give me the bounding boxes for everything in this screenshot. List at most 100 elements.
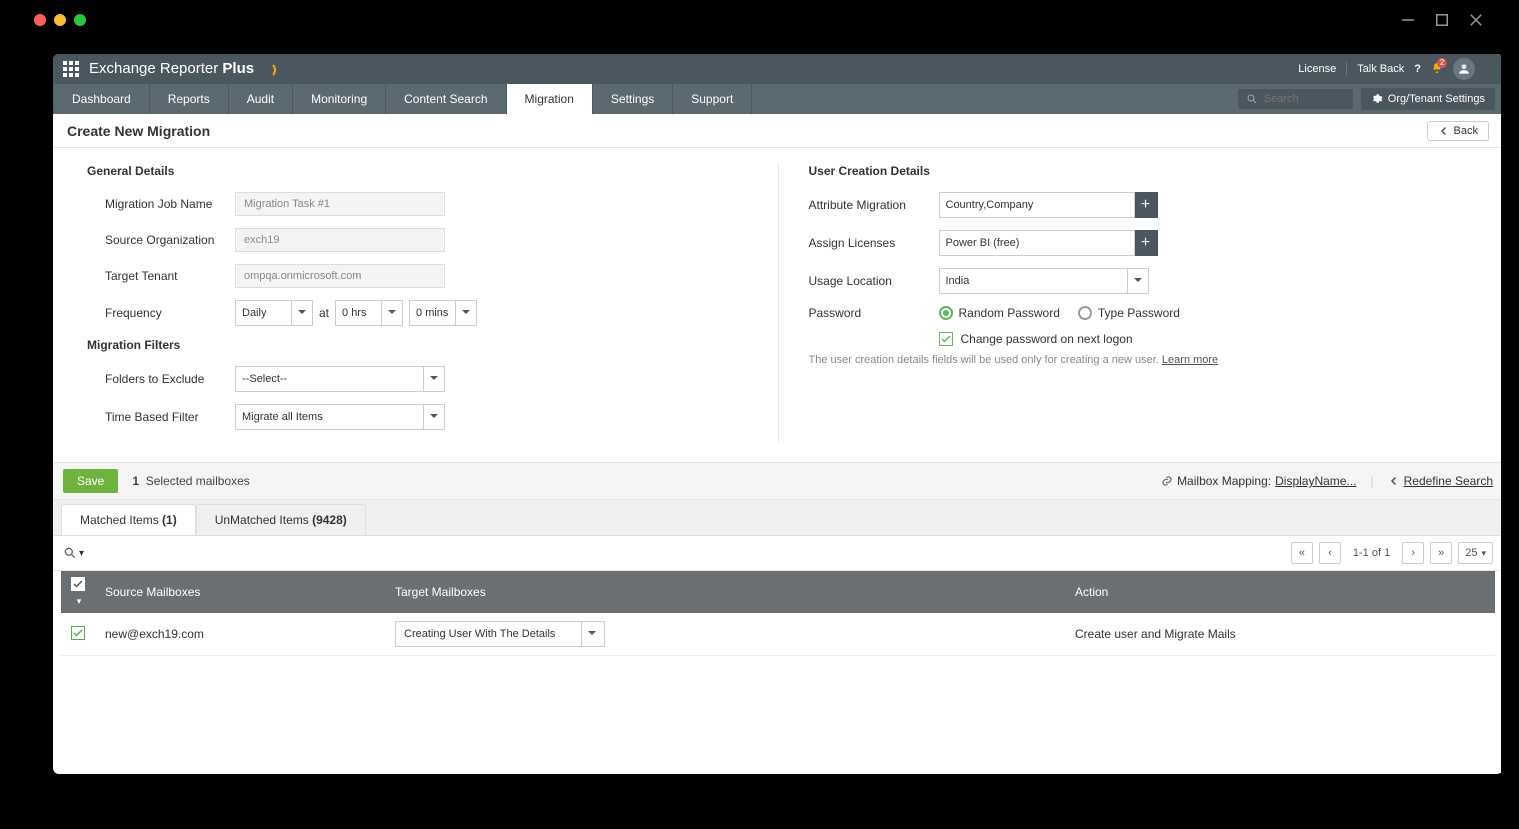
redefine-search[interactable]: Redefine Search: [1388, 474, 1493, 488]
time-filter-select[interactable]: Migrate all Items: [235, 404, 445, 430]
mins-select[interactable]: 0 mins: [409, 300, 477, 326]
table-search-icon[interactable]: [63, 546, 77, 560]
field-password: Password Random Password Type Password: [809, 306, 1470, 320]
row-checkbox[interactable]: [71, 626, 85, 640]
table-search-dropdown-icon[interactable]: ▾: [79, 548, 84, 559]
chevron-down-icon: [462, 307, 470, 319]
time-filter-label: Time Based Filter: [105, 410, 235, 424]
nav-tabs: Dashboard Reports Audit Monitoring Conte…: [53, 84, 752, 114]
col-source-mailboxes[interactable]: Source Mailboxes: [95, 571, 385, 613]
col-action[interactable]: Action: [1065, 571, 1495, 613]
radio-random-password[interactable]: Random Password: [939, 306, 1060, 320]
tab-monitoring[interactable]: Monitoring: [293, 84, 386, 114]
target-mailbox-select[interactable]: Creating User With The Details: [395, 621, 605, 647]
save-button[interactable]: Save: [63, 469, 118, 493]
tab-reports[interactable]: Reports: [150, 84, 229, 114]
mailbox-mapping: Mailbox Mapping:DisplayName...: [1161, 474, 1356, 488]
select-all-dropdown-icon[interactable]: ▾: [77, 596, 82, 606]
help-icon[interactable]: ?: [1414, 63, 1421, 75]
assign-licenses-select[interactable]: Power BI (free): [939, 230, 1135, 256]
target-tenant-label: Target Tenant: [105, 269, 235, 283]
global-search[interactable]: [1238, 89, 1353, 109]
field-usage-location: Usage Location India: [809, 268, 1470, 294]
nav-right: Org/Tenant Settings: [1238, 88, 1501, 110]
tab-audit[interactable]: Audit: [229, 84, 293, 114]
learn-more-link[interactable]: Learn more: [1162, 354, 1218, 366]
user-menu-chevron-icon[interactable]: [1485, 63, 1493, 75]
page-last-button[interactable]: »: [1430, 542, 1452, 564]
brand-name-2: Plus: [222, 60, 254, 77]
selected-count-label: Selected mailboxes: [146, 474, 250, 488]
col-target-mailboxes[interactable]: Target Mailboxes: [385, 571, 1065, 613]
search-input[interactable]: [1264, 93, 1334, 105]
os-restore-icon[interactable]: [1433, 11, 1451, 29]
attr-migration-select[interactable]: Country,Company: [939, 192, 1135, 218]
at-label: at: [319, 306, 329, 320]
app-container: Exchange Reporter Plus License Talk Back…: [53, 54, 1501, 774]
page-prev-button[interactable]: ‹: [1319, 542, 1341, 564]
notification-badge: 2: [1437, 58, 1447, 68]
os-minimize-icon[interactable]: [1399, 11, 1417, 29]
page-first-button[interactable]: «: [1291, 542, 1313, 564]
license-link[interactable]: License: [1298, 63, 1336, 75]
brand-name-1: Exchange Reporter: [89, 60, 222, 77]
brand-title: Exchange Reporter Plus: [89, 60, 276, 77]
user-avatar-icon[interactable]: [1453, 58, 1475, 80]
os-close-icon[interactable]: [1467, 11, 1485, 29]
redefine-search-label: Redefine Search: [1404, 474, 1493, 488]
usage-location-select[interactable]: India: [939, 268, 1149, 294]
migration-filters-title: Migration Filters: [87, 338, 748, 352]
page-next-button[interactable]: ›: [1402, 542, 1424, 564]
attr-add-button[interactable]: +: [1134, 192, 1158, 218]
change-pwd-label: Change password on next logon: [961, 332, 1133, 346]
frequency-select[interactable]: Daily: [235, 300, 313, 326]
job-name-label: Migration Job Name: [105, 197, 235, 211]
notification-bell-icon[interactable]: 2: [1431, 62, 1443, 77]
chevron-left-icon: [1438, 125, 1450, 137]
field-attribute-migration: Attribute Migration Country,Company +: [809, 192, 1470, 218]
talk-back-link[interactable]: Talk Back: [1357, 63, 1404, 75]
chevron-down-icon: [388, 307, 396, 319]
form-col-left: General Details Migration Job Name Migra…: [77, 164, 779, 442]
field-frequency: Frequency Daily at 0 hrs 0 mins: [105, 300, 748, 326]
check-icon: [940, 333, 952, 345]
maximize-window-icon[interactable]: [74, 14, 86, 26]
tab-dashboard[interactable]: Dashboard: [53, 84, 150, 114]
license-add-button[interactable]: +: [1134, 230, 1158, 256]
tab-support[interactable]: Support: [673, 84, 752, 114]
assign-licenses-label: Assign Licenses: [809, 236, 939, 250]
hours-select[interactable]: 0 hrs: [335, 300, 403, 326]
check-icon: [72, 627, 84, 639]
mailbox-mapping-value[interactable]: DisplayName...: [1275, 474, 1356, 488]
org-tenant-settings-label: Org/Tenant Settings: [1388, 93, 1485, 105]
form-col-right: User Creation Details Attribute Migratio…: [779, 164, 1480, 442]
hint-text: The user creation details fields will be…: [809, 354, 1162, 366]
usage-location-value: India: [946, 275, 970, 287]
folders-exclude-select[interactable]: --Select--: [235, 366, 445, 392]
tab-matched-items[interactable]: Matched Items (1): [61, 504, 196, 535]
back-button[interactable]: Back: [1427, 121, 1489, 141]
chevron-down-icon: [298, 307, 306, 319]
tab-content-search[interactable]: Content Search: [386, 84, 506, 114]
field-assign-licenses: Assign Licenses Power BI (free) +: [809, 230, 1470, 256]
tab-settings[interactable]: Settings: [593, 84, 673, 114]
select-all-checkbox[interactable]: [71, 577, 85, 591]
folders-exclude-value: --Select--: [242, 373, 287, 385]
radio-dot-icon: [1078, 306, 1092, 320]
page-title: Create New Migration: [67, 123, 210, 139]
chevron-left-icon: [1388, 475, 1400, 487]
app-menu-icon[interactable]: [63, 61, 79, 77]
change-pwd-checkbox[interactable]: [939, 332, 953, 346]
tab-migration[interactable]: Migration: [507, 84, 593, 114]
radio-dot-icon: [939, 306, 953, 320]
minimize-window-icon[interactable]: [54, 14, 66, 26]
attr-migration-value: Country,Company: [946, 199, 1034, 211]
save-bar-right: Mailbox Mapping:DisplayName... | Redefin…: [1161, 474, 1493, 488]
radio-type-password[interactable]: Type Password: [1078, 306, 1180, 320]
close-window-icon[interactable]: [34, 14, 46, 26]
job-name-value: Migration Task #1: [235, 192, 445, 216]
org-tenant-settings-button[interactable]: Org/Tenant Settings: [1361, 88, 1495, 110]
page-header: Create New Migration Back: [53, 114, 1501, 148]
page-size-select[interactable]: 25▾: [1458, 542, 1493, 564]
tab-unmatched-items[interactable]: UnMatched Items (9428): [196, 504, 366, 535]
